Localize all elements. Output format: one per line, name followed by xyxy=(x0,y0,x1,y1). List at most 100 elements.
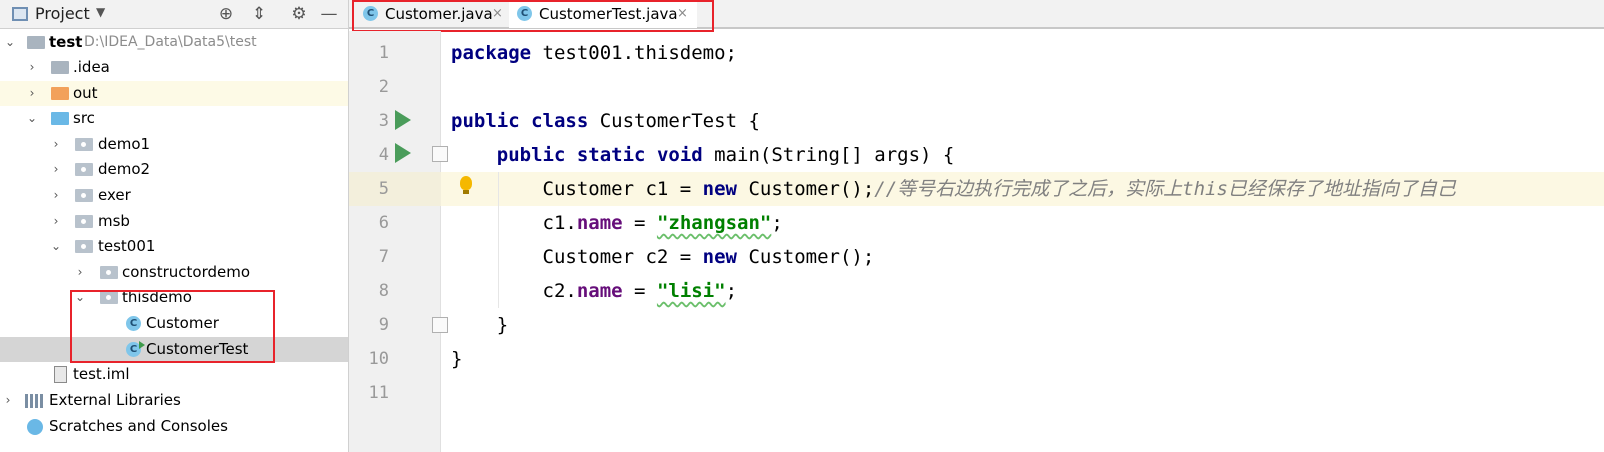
code-line[interactable]: } xyxy=(451,308,508,342)
project-view-icon xyxy=(12,7,28,21)
libraries-icon xyxy=(25,394,45,408)
gear-icon[interactable]: ⚙ xyxy=(288,3,310,25)
tree-item-demo2[interactable]: › demo2 xyxy=(0,157,348,182)
code-line[interactable]: package test001.thisdemo; xyxy=(451,36,737,70)
tree-item-label: test001 xyxy=(98,237,156,255)
token-text: } xyxy=(451,314,509,336)
token-text: main(String[] args) { xyxy=(702,144,955,166)
tree-item-idea[interactable]: › .idea xyxy=(0,55,348,80)
tree-item-msb[interactable]: › msb xyxy=(0,209,348,234)
token-kw: class xyxy=(531,110,589,132)
token-kw: public xyxy=(496,144,566,166)
chevron-right-icon[interactable]: › xyxy=(1,388,15,413)
code-line[interactable]: Customer c1 = new Customer();//等号右边执行完成了… xyxy=(451,172,1456,206)
code-line[interactable]: public static void main(String[] args) { xyxy=(451,138,955,172)
token-text: Customer c1 = xyxy=(451,178,703,200)
line-number: 9 xyxy=(378,315,389,335)
locate-icon[interactable]: ⊕ xyxy=(215,3,237,25)
tree-item-src[interactable]: ⌄ src xyxy=(0,106,348,131)
token-kw: package xyxy=(451,42,532,64)
line-number: 8 xyxy=(378,281,389,301)
tree-item-label: External Libraries xyxy=(49,391,181,409)
run-class-icon[interactable] xyxy=(395,110,411,130)
chevron-right-icon[interactable]: › xyxy=(25,55,39,80)
collapse-icon[interactable]: ⇕ xyxy=(248,3,270,25)
tree-item-label: src xyxy=(73,109,95,127)
token-str: "zhangsan" xyxy=(656,212,772,234)
tree-item-test001[interactable]: ⌄ test001 xyxy=(0,234,348,259)
tree-item-exer[interactable]: › exer xyxy=(0,183,348,208)
code-line[interactable]: Customer c2 = new Customer(); xyxy=(451,240,875,274)
package-icon xyxy=(100,266,118,279)
tree-item-constructordemo[interactable]: › constructordemo xyxy=(0,260,348,285)
line-number: 4 xyxy=(378,145,389,165)
line-number: 5 xyxy=(378,179,389,199)
tree-item-scratches[interactable]: Scratches and Consoles xyxy=(0,414,348,439)
chevron-down-icon[interactable]: ▼ xyxy=(96,5,105,19)
tree-item-test[interactable]: ⌄ test D:\IDEA_Data\Data5\test xyxy=(0,30,348,55)
line-number: 3 xyxy=(378,111,389,131)
token-kw: new xyxy=(702,178,737,200)
scratches-icon xyxy=(27,419,43,435)
line-number: 1 xyxy=(378,43,389,63)
run-main-icon[interactable] xyxy=(395,143,411,163)
chevron-down-icon[interactable]: ⌄ xyxy=(49,234,63,259)
tree-item-label: out xyxy=(73,84,98,102)
line-number: 7 xyxy=(378,247,389,267)
project-panel-header: Project ▼ ⊕ ⇕ ⚙ — xyxy=(0,0,348,29)
token-text: = xyxy=(622,212,657,234)
package-icon xyxy=(75,138,93,151)
output-folder-icon xyxy=(51,87,69,100)
line-number: 2 xyxy=(378,77,389,97)
token-text: Customer(); xyxy=(737,246,875,268)
chevron-right-icon[interactable]: › xyxy=(49,209,63,234)
token-text: c2. xyxy=(451,280,577,302)
tree-item-label: Scratches and Consoles xyxy=(49,417,228,435)
code-line[interactable]: c2.name = "lisi"; xyxy=(451,274,738,308)
tree-item-label: .idea xyxy=(73,58,110,76)
token-text: ; xyxy=(771,212,783,234)
token-kw: new xyxy=(702,246,737,268)
code-line[interactable]: } xyxy=(451,342,462,376)
project-folder-icon xyxy=(27,36,45,49)
chevron-right-icon[interactable]: › xyxy=(73,260,87,285)
chevron-right-icon[interactable]: › xyxy=(49,132,63,157)
fold-icon[interactable] xyxy=(432,146,448,162)
token-kw: public xyxy=(451,110,520,132)
tree-item-label: demo2 xyxy=(98,160,151,178)
chevron-right-icon[interactable]: › xyxy=(25,81,39,106)
code-line[interactable]: public class CustomerTest { xyxy=(451,104,760,138)
package-icon xyxy=(75,189,93,202)
chevron-down-icon[interactable]: ⌄ xyxy=(3,30,17,55)
package-icon xyxy=(75,163,93,176)
tree-item-label: exer xyxy=(98,186,131,204)
fold-icon[interactable] xyxy=(432,317,448,333)
tree-item-out[interactable]: › out xyxy=(0,81,348,106)
package-icon xyxy=(75,240,93,253)
project-panel-title[interactable]: Project xyxy=(35,4,90,23)
chevron-down-icon[interactable]: ⌄ xyxy=(25,106,39,131)
token-text: c1. xyxy=(451,212,577,234)
tree-item-external-libraries[interactable]: › External Libraries xyxy=(0,388,348,413)
line-number: 6 xyxy=(378,213,389,233)
code-line[interactable]: c1.name = "zhangsan"; xyxy=(451,206,783,240)
token-text: test001.thisdemo; xyxy=(531,42,737,64)
chevron-right-icon[interactable]: › xyxy=(49,157,63,182)
token-kw: static xyxy=(576,144,646,166)
tree-item-test-iml[interactable]: test.iml xyxy=(0,362,348,387)
tree-item-label: demo1 xyxy=(98,135,151,153)
tree-item-label: test xyxy=(49,33,83,51)
chevron-right-icon[interactable]: › xyxy=(49,183,63,208)
token-cmt: //等号右边执行完成了之后，实际上this已经保存了地址指向了自己 xyxy=(874,178,1456,200)
minimize-icon[interactable]: — xyxy=(318,3,340,25)
token-text: } xyxy=(451,348,463,370)
project-path: D:\IDEA_Data\Data5\test xyxy=(84,34,257,50)
tree-item-label: constructordemo xyxy=(122,263,251,281)
tree-item-demo1[interactable]: › demo1 xyxy=(0,132,348,157)
source-folder-icon xyxy=(51,112,69,125)
tab-highlight-box xyxy=(352,0,714,32)
tree-highlight-box xyxy=(70,290,275,363)
